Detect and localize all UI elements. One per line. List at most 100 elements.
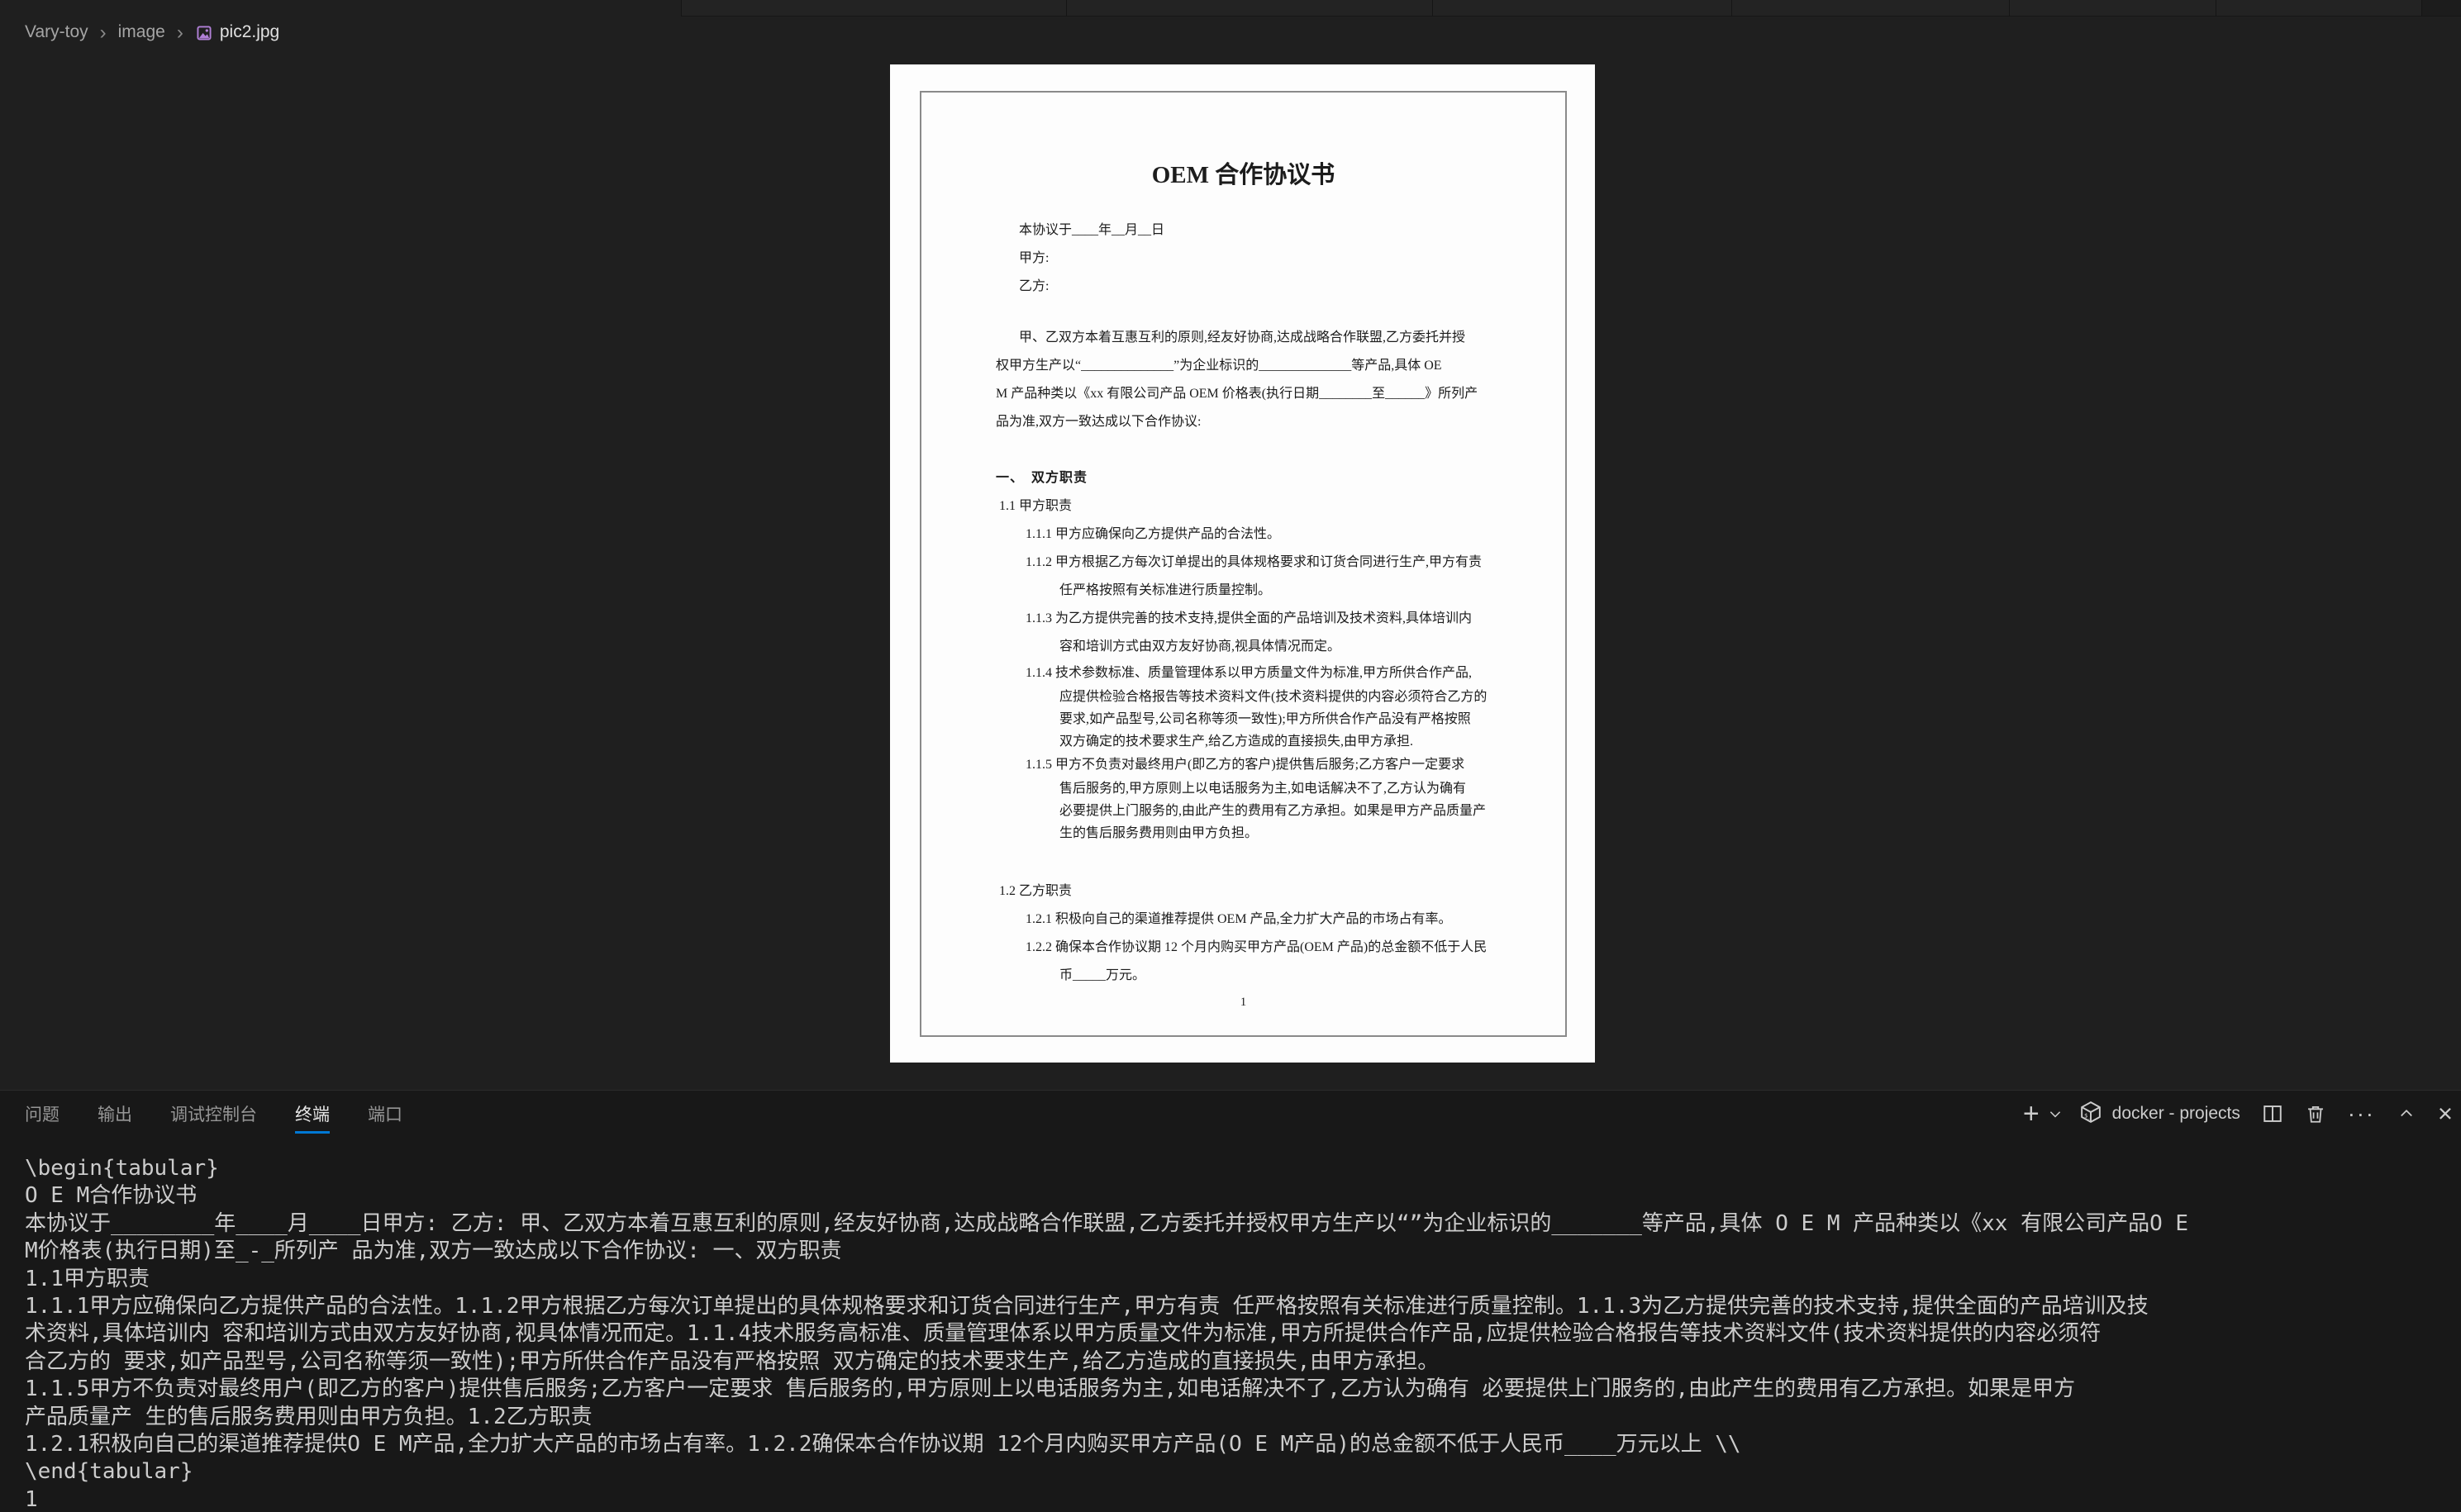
chevron-right-icon: ›: [100, 24, 107, 41]
document-line: 1.2 乙方职责: [921, 877, 1565, 906]
document-line-text: 1.1.2 甲方根据乙方每次订单提出的具体规格要求和订货合同进行生产,甲方有责: [1026, 555, 1482, 569]
document-line: [921, 844, 1565, 877]
tab-divider: [1731, 0, 1732, 17]
document-line-text: 1.2 乙方职责: [999, 884, 1072, 898]
launch-profile-dropdown-button[interactable]: [2048, 1106, 2063, 1121]
trash-icon: [2305, 1103, 2326, 1124]
document-line-text: 甲方:: [1019, 251, 1049, 265]
terminal-profile-item[interactable]: $_ docker - projects: [2079, 1101, 2240, 1128]
breadcrumb-item-folder[interactable]: Vary-toy: [25, 22, 88, 42]
terminal-line: 合乙方的 要求,如产品型号,公司名称等须一致性);甲方所供合作产品没有严格按照 …: [25, 1348, 2461, 1376]
tab-divider: [1066, 0, 1067, 17]
breadcrumb: Vary-toy › image › pic2.jpg: [0, 17, 2461, 47]
svg-text:$_: $_: [2084, 1111, 2092, 1119]
terminal-line: \end{tabular}: [25, 1458, 2461, 1486]
document-line-text: 甲、乙双方本着互惠互利的原则,经友好协商,达成战略合作联盟,乙方委托并授: [1019, 330, 1465, 345]
preview-image[interactable]: OEM 合作协议书 本协议于____年__月__日 甲方: 乙方: 甲、乙双方本…: [890, 64, 1595, 1063]
kill-terminal-button[interactable]: [2305, 1103, 2326, 1124]
document-line: [921, 436, 1565, 464]
panel-tab[interactable]: 问题: [25, 1091, 60, 1137]
chevron-right-icon: ›: [177, 24, 183, 41]
panel-tab-bar: 问题 输出 调试控制台 终端 端口: [25, 1091, 440, 1137]
document-line-text: 双方确定的技术要求生产,给乙方造成的直接损失,由甲方承担.: [1059, 735, 1413, 749]
new-terminal-button[interactable]: +: [2023, 1102, 2040, 1125]
document-line-text: 币_____万元。: [1059, 968, 1145, 982]
breadcrumb-item-file[interactable]: pic2.jpg: [220, 22, 279, 42]
tab-divider: [2009, 0, 2010, 17]
document-line: 1.1.5 甲方不负责对最终用户(即乙方的客户)提供售后服务;乙方客户一定要求: [921, 753, 1565, 777]
split-terminal-button[interactable]: [2262, 1103, 2283, 1124]
document-line-text: 1.2.2 确保本合作协议期 12 个月内购买甲方产品(OEM 产品)的总金额不…: [1026, 940, 1487, 954]
document-line-text: OEM 合作协议书: [1152, 162, 1335, 188]
document-line-text: 1.2.1 积极向自己的渠道推荐提供 OEM 产品,全力扩大产品的市场占有率。: [1026, 912, 1452, 926]
document-line-text: 权甲方生产以“______________”为企业标识的____________…: [996, 359, 1442, 373]
document-line-text: 1.1.3 为乙方提供完善的技术支持,提供全面的产品培训及技术资料,具体培训内: [1026, 611, 1472, 625]
more-actions-button[interactable]: ···: [2348, 1105, 2375, 1122]
terminal-line: \begin{tabular}: [25, 1155, 2461, 1182]
document-line-text: 任严格按照有关标准进行质量控制。: [1059, 583, 1271, 597]
chevron-up-icon: [2398, 1105, 2415, 1122]
panel-tab[interactable]: 端口: [368, 1091, 402, 1137]
document-line: 乙方:: [921, 273, 1565, 301]
terminal-line: O E M合作协议书: [25, 1182, 2461, 1210]
document-line: 一、 双方职责: [921, 464, 1565, 492]
document-page: OEM 合作协议书 本协议于____年__月__日 甲方: 乙方: 甲、乙双方本…: [920, 91, 1567, 1037]
panel-tab-label: 调试控制台: [170, 1101, 257, 1126]
document-line: 容和培训方式由双方友好协商,视具体情况而定。: [921, 633, 1565, 661]
image-preview-editor: OEM 合作协议书 本协议于____年__月__日 甲方: 乙方: 甲、乙双方本…: [0, 47, 2461, 1090]
document-line-text: 容和培训方式由双方友好协商,视具体情况而定。: [1059, 640, 1340, 654]
image-file-icon: [195, 24, 213, 42]
document-line: 1.1 甲方职责: [921, 492, 1565, 521]
document-line-text: 生的售后服务费用则由甲方负担。: [1059, 826, 1258, 840]
terminal-output[interactable]: \begin{tabular} O E M合作协议书 本协议于________年…: [0, 1140, 2461, 1512]
terminal-line: 1.1甲方职责: [25, 1266, 2461, 1293]
document-line: 甲、乙双方本着互惠互利的原则,经友好协商,达成战略合作联盟,乙方委托并授: [921, 324, 1565, 352]
chevron-down-icon: [2048, 1106, 2063, 1121]
terminal-line: 产品质量产 生的售后服务费用则由甲方负担。1.2乙方职责: [25, 1404, 2461, 1431]
document-line: 1.1.1 甲方应确保向乙方提供产品的合法性。: [921, 521, 1565, 549]
document-line: [921, 193, 1565, 216]
document-line: 甲方:: [921, 245, 1565, 273]
tab-divider: [1432, 0, 1433, 17]
editor-tab-strip[interactable]: [0, 0, 2461, 17]
document-line: 1.1.3 为乙方提供完善的技术支持,提供全面的产品培训及技术资料,具体培训内: [921, 605, 1565, 633]
panel-tab[interactable]: 调试控制台: [170, 1091, 257, 1137]
document-line: 必要提供上门服务的,由此产生的费用有乙方承担。如果是甲方产品质量产: [921, 800, 1565, 822]
document-line: 1.1.2 甲方根据乙方每次订单提出的具体规格要求和订货合同进行生产,甲方有责: [921, 549, 1565, 577]
document-line: 生的售后服务费用则由甲方负担。: [921, 822, 1565, 844]
document-line: 1: [921, 990, 1565, 1015]
document-line: 1.1.4 技术参数标准、质量管理体系以甲方质量文件为标准,甲方所供合作产品,: [921, 661, 1565, 686]
tab-divider: [2421, 0, 2422, 17]
panel-tab-label: 输出: [98, 1101, 132, 1126]
document-line-text: 售后服务的,甲方原则上以电话服务为主,如电话解决不了,乙方认为确有: [1059, 782, 1466, 796]
document-line-text: 本协议于____年__月__日: [1019, 223, 1164, 237]
panel-tab[interactable]: 终端: [295, 1091, 330, 1137]
inactive-tabs-zone[interactable]: [681, 0, 2421, 17]
panel-tab[interactable]: 输出: [98, 1091, 132, 1137]
bottom-panel: 问题 输出 调试控制台 终端 端口 +: [0, 1090, 2461, 1512]
panel-tab-label: 终端: [295, 1101, 330, 1126]
document-line-text: 乙方:: [1019, 279, 1049, 293]
document-line-text: 1: [1240, 996, 1247, 1009]
panel-actions: + $_ docker - projects: [2023, 1091, 2461, 1137]
maximize-panel-button[interactable]: [2398, 1105, 2415, 1122]
document-line: 1.2.2 确保本合作协议期 12 个月内购买甲方产品(OEM 产品)的总金额不…: [921, 934, 1565, 962]
document-line: M 产品种类以《xx 有限公司产品 OEM 价格表(执行日期________至_…: [921, 380, 1565, 408]
document-line-text: 一、 双方职责: [996, 471, 1088, 485]
ellipsis-icon: ···: [2348, 1105, 2375, 1122]
document-line: 权甲方生产以“______________”为企业标识的____________…: [921, 352, 1565, 380]
document-line: 任严格按照有关标准进行质量控制。: [921, 577, 1565, 605]
panel-tab-label: 端口: [368, 1101, 402, 1126]
document-line: 本协议于____年__月__日: [921, 216, 1565, 245]
breadcrumb-item-folder[interactable]: image: [118, 22, 165, 42]
terminal-line: M价格表(执行日期)至_-_所列产 品为准,双方一致达成以下合作协议: 一、双方…: [25, 1238, 2461, 1265]
terminal-line: 1.2.1积极向自己的渠道推荐提供O E M产品,全力扩大产品的市场占有率。1.…: [25, 1431, 2461, 1458]
document-line: 品为准,双方一致达成以下合作协议:: [921, 408, 1565, 436]
document-line: 双方确定的技术要求生产,给乙方造成的直接损失,由甲方承担.: [921, 730, 1565, 753]
document-line-text: 要求,如产品型号,公司名称等须一致性);甲方所供合作产品没有严格按照: [1059, 712, 1471, 726]
terminal-profile-label: docker - projects: [2112, 1104, 2240, 1124]
tab-strip-empty-space: [2421, 0, 2461, 17]
close-panel-button[interactable]: ×: [2438, 1104, 2453, 1124]
close-icon: ×: [2438, 1104, 2453, 1124]
document-line: OEM 合作协议书: [921, 157, 1565, 193]
